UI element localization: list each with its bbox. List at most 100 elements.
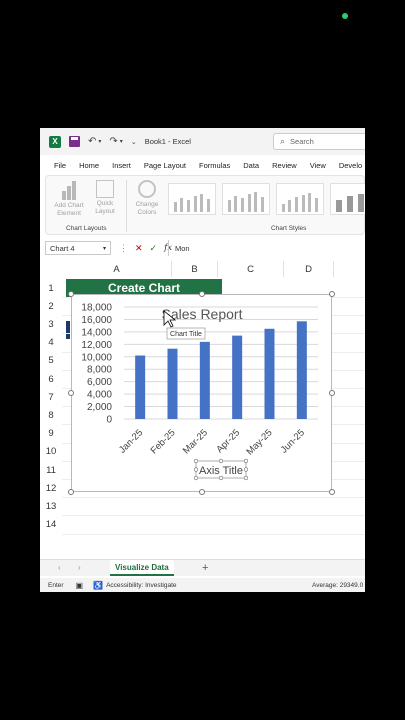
gridline xyxy=(62,497,365,499)
row-header-1[interactable]: 1 xyxy=(40,279,62,297)
gridline xyxy=(62,515,365,517)
chart-bar xyxy=(135,355,146,419)
group-label-chart-styles: Chart Styles xyxy=(271,225,307,232)
gridline xyxy=(62,533,365,535)
add-sheet-button[interactable]: + xyxy=(202,562,208,574)
undo-dropdown-icon[interactable]: ▾ xyxy=(98,138,101,145)
palette-icon xyxy=(138,180,156,198)
row-header-7[interactable]: 7 xyxy=(40,388,62,406)
add-chart-element-button[interactable]: Add Chart Element xyxy=(52,180,86,218)
y-tick-label: 14,000 xyxy=(81,327,112,338)
formula-input[interactable]: Mon xyxy=(168,240,365,256)
excel-window: X ↶ ▾ ↷ ▾ ⌄ Book1 - Excel ⌕ Search File … xyxy=(40,128,365,592)
tab-file[interactable]: File xyxy=(54,161,66,170)
tab-developer[interactable]: Develo xyxy=(339,161,362,170)
tab-page-layout[interactable]: Page Layout xyxy=(144,161,186,170)
chart-object[interactable]: 0 2,000 4,000 6,000 8,000 10,000 12,000 14,000 1… xyxy=(68,291,335,495)
sheet-tab-bar: ‹ › Visualize Data + xyxy=(40,559,365,576)
more-options-icon[interactable]: ⋮ xyxy=(119,243,128,254)
enter-icon[interactable]: ✓ xyxy=(150,243,158,254)
resize-handle-bottom-left[interactable] xyxy=(68,489,74,495)
x-tick-label: Apr-25 xyxy=(214,427,242,455)
resize-handle-top-left[interactable] xyxy=(68,291,74,297)
y-tick-label: 18,000 xyxy=(81,303,112,314)
chart-bar xyxy=(264,328,275,419)
chart-bar xyxy=(167,348,178,419)
tab-insert[interactable]: Insert xyxy=(112,161,131,170)
row-header-6[interactable]: 6 xyxy=(40,370,62,388)
row-header-5[interactable]: 5 xyxy=(40,352,62,370)
accessibility-status[interactable]: Accessibility: Investigate xyxy=(106,582,176,589)
resize-handle-bottom[interactable] xyxy=(199,489,205,495)
column-header-a[interactable]: A xyxy=(62,261,172,277)
ribbon-tabs: File Home Insert Page Layout Formulas Da… xyxy=(40,157,365,173)
row-header-14[interactable]: 14 xyxy=(40,516,62,534)
row-header-3[interactable]: 3 xyxy=(40,315,62,333)
search-placeholder: Search xyxy=(290,137,314,146)
y-tick-label: 4,000 xyxy=(87,390,112,401)
chart-style-2[interactable] xyxy=(222,183,270,215)
row-header-13[interactable]: 13 xyxy=(40,497,62,515)
axis-title-handle xyxy=(243,475,249,481)
title-bar: X ↶ ▾ ↷ ▾ ⌄ Book1 - Excel ⌕ Search xyxy=(40,128,365,155)
row-header-4[interactable]: 4 xyxy=(40,334,62,352)
status-mode: Enter xyxy=(48,581,64,589)
y-tick-label: 6,000 xyxy=(87,377,112,388)
search-input[interactable]: ⌕ Search xyxy=(273,133,365,150)
tab-review[interactable]: Review xyxy=(272,161,297,170)
column-header-d[interactable]: D xyxy=(284,261,334,277)
resize-handle-top-right[interactable] xyxy=(329,291,335,297)
navy-cell-strip xyxy=(66,321,70,339)
quick-layout-icon xyxy=(96,180,114,198)
column-header-b[interactable]: B xyxy=(172,261,218,277)
undo-icon[interactable]: ↶ xyxy=(88,136,96,147)
y-tick-label: 12,000 xyxy=(81,340,112,351)
resize-handle-bottom-right[interactable] xyxy=(329,489,335,495)
resize-handle-left[interactable] xyxy=(68,390,74,396)
tab-home[interactable]: Home xyxy=(79,161,99,170)
quick-layout-button[interactable]: Quick Layout xyxy=(88,180,122,216)
y-tick-label: 0 xyxy=(106,415,112,426)
axis-title-handle xyxy=(218,458,224,464)
chart-style-4[interactable] xyxy=(330,183,365,215)
row-header-12[interactable]: 12 xyxy=(40,479,62,497)
chart-style-1[interactable] xyxy=(168,183,216,215)
formula-content: Mon xyxy=(175,243,190,253)
name-box[interactable]: Chart 4 ▾ xyxy=(45,241,111,255)
save-icon[interactable] xyxy=(69,136,80,147)
chart-bar xyxy=(232,335,243,419)
tab-view[interactable]: View xyxy=(310,161,326,170)
sales-bar-chart[interactable]: 02,0004,0006,0008,00010,00012,00014,0001… xyxy=(72,295,333,493)
x-tick-label: Jan-25 xyxy=(117,427,145,455)
y-tick-label: 2,000 xyxy=(87,402,112,413)
row-header-8[interactable]: 8 xyxy=(40,406,62,424)
scroll-right-icon[interactable]: › xyxy=(78,563,81,572)
search-icon: ⌕ xyxy=(280,136,286,146)
row-header-9[interactable]: 9 xyxy=(40,425,62,443)
row-header-11[interactable]: 11 xyxy=(40,461,62,479)
y-tick-label: 10,000 xyxy=(81,352,112,363)
ribbon-divider xyxy=(126,180,127,232)
cancel-icon[interactable]: ✕ xyxy=(135,243,143,254)
chevron-down-icon: ▾ xyxy=(102,245,106,252)
tab-formulas[interactable]: Formulas xyxy=(199,161,230,170)
axis-title-handle xyxy=(193,458,199,464)
excel-logo-icon: X xyxy=(49,135,61,148)
customize-toolbar-icon[interactable]: ⌄ xyxy=(131,138,137,146)
chart-title-tooltip: Chart Title xyxy=(170,331,202,338)
status-average: Average: 29349.0 xyxy=(312,581,364,589)
tab-data[interactable]: Data xyxy=(243,161,259,170)
redo-icon[interactable]: ↷ xyxy=(109,136,117,147)
chart-style-3[interactable] xyxy=(276,183,324,215)
scroll-left-icon[interactable]: ‹ xyxy=(58,563,61,572)
column-header-c[interactable]: C xyxy=(218,261,284,277)
row-header-2[interactable]: 2 xyxy=(40,297,62,315)
formula-bar: Chart 4 ▾ ⋮ ✕ ✓ fx Mon xyxy=(40,240,365,256)
redo-dropdown-icon[interactable]: ▾ xyxy=(120,138,123,145)
sheet-tab-visualize-data[interactable]: Visualize Data xyxy=(110,560,174,576)
add-chart-element-icon xyxy=(61,180,77,200)
resize-handle-top[interactable] xyxy=(199,291,205,297)
row-header-10[interactable]: 10 xyxy=(40,443,62,461)
resize-handle-right[interactable] xyxy=(329,390,335,396)
change-colors-button[interactable]: Change Colors xyxy=(130,180,164,217)
